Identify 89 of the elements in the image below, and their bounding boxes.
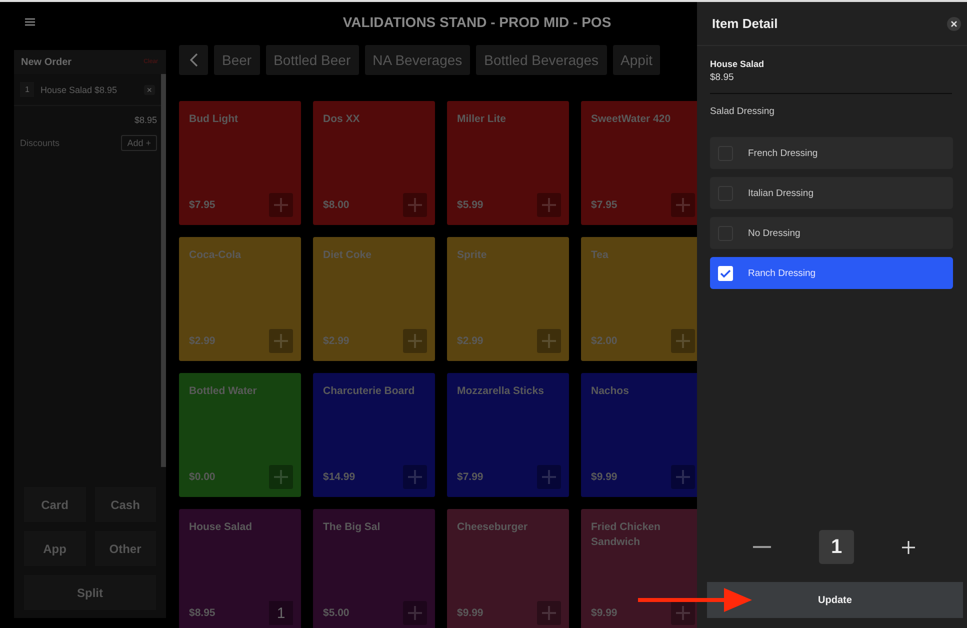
discounts-label: Discounts — [20, 138, 60, 148]
item-price: $8.95 — [710, 72, 735, 83]
order-title: New Order — [21, 56, 72, 68]
menu-item-tile[interactable]: Miller Lite $5.99 — [447, 101, 569, 225]
menu-item-tile[interactable]: Diet Coke $2.99 — [313, 237, 435, 361]
quantity-badge: 1 — [20, 82, 34, 97]
item-name: Fried Chicken Sandwich — [591, 520, 662, 550]
item-name: Cheeseburger — [457, 520, 529, 535]
option-label: Italian Dressing — [748, 188, 814, 198]
item-name: House Salad — [189, 520, 254, 535]
option-label: Ranch Dressing — [748, 268, 816, 278]
modifier-group-label: Salad Dressing — [710, 106, 776, 117]
payment-button[interactable]: App — [24, 531, 86, 566]
category-tab[interactable]: Bottled Beverages — [476, 45, 607, 75]
item-name: Diet Coke — [323, 248, 372, 263]
menu-item-tile[interactable]: Sprite $2.99 — [447, 237, 569, 361]
item-name: Dos XX — [323, 112, 361, 127]
option-row[interactable]: No Dressing — [710, 217, 953, 249]
back-button[interactable] — [179, 45, 208, 75]
item-name: House Salad — [710, 59, 766, 69]
minus-icon[interactable] — [753, 546, 771, 548]
item-price: $9.99 — [457, 607, 484, 619]
order-total: $8.95 — [134, 115, 157, 125]
option-label: No Dressing — [748, 228, 800, 238]
item-name: Coca-Cola — [189, 248, 242, 263]
item-name: Charcuterie Board — [323, 384, 416, 399]
item-price: $9.99 — [591, 471, 618, 483]
category-tab[interactable]: Appit — [612, 45, 660, 75]
menu-icon[interactable] — [25, 18, 35, 26]
option-label: French Dressing — [748, 148, 818, 158]
menu-item-tile[interactable]: Nachos $9.99 — [581, 373, 697, 497]
add-discount-button[interactable]: Add + — [121, 135, 157, 151]
item-price: $14.99 — [323, 471, 356, 483]
menu-item-tile[interactable]: House Salad $8.95 1 — [179, 509, 301, 628]
plus-icon[interactable] — [902, 540, 915, 554]
payment-button[interactable]: Cash — [94, 487, 156, 522]
item-price: $8.95 — [189, 607, 216, 619]
menu-item-tile[interactable]: Fried Chicken Sandwich $9.99 — [581, 509, 697, 628]
item-price: $5.00 — [323, 607, 350, 619]
menu-item-tile[interactable]: Dos XX $8.00 — [313, 101, 435, 225]
item-name: Sprite — [457, 248, 488, 263]
update-button[interactable]: Update — [707, 582, 963, 618]
item-name: Nachos — [591, 384, 630, 399]
menu-item-tile[interactable]: Bud Light $7.95 — [179, 101, 301, 225]
menu-item-tile[interactable]: Charcuterie Board $14.99 — [313, 373, 435, 497]
quantity-field[interactable]: 1 — [819, 530, 854, 564]
chevron-left-icon — [190, 53, 198, 67]
payment-button[interactable]: Split — [24, 575, 156, 610]
item-name: Mozzarella Sticks — [457, 384, 545, 399]
panel-title: Item Detail — [712, 16, 778, 31]
item-price: $8.00 — [323, 199, 350, 211]
menu-item-tile[interactable]: Tea $2.00 — [581, 237, 697, 361]
item-name: Tea — [591, 248, 610, 263]
item-price: $7.95 — [591, 199, 618, 211]
close-icon[interactable] — [947, 16, 961, 30]
item-name: Miller Lite — [457, 112, 508, 127]
item-price: $0.00 — [189, 471, 216, 483]
item-price: $2.99 — [457, 335, 484, 347]
item-price: $9.99 — [591, 607, 618, 619]
option-row[interactable]: French Dressing — [710, 137, 953, 169]
checkbox[interactable] — [718, 266, 733, 280]
order-line-text: House Salad $8.95 — [40, 84, 118, 94]
option-row[interactable]: Ranch Dressing — [710, 257, 953, 289]
item-price: $2.99 — [189, 335, 216, 347]
menu-item-tile[interactable]: Mozzarella Sticks $7.99 — [447, 373, 569, 497]
menu-item-tile[interactable]: SweetWater 420 $7.95 — [581, 101, 697, 225]
menu-item-tile[interactable]: Coca-Cola $2.99 — [179, 237, 301, 361]
payment-button[interactable]: Other — [94, 531, 156, 566]
item-price: $5.99 — [457, 199, 484, 211]
category-tab[interactable]: Beer — [214, 45, 260, 75]
item-name: The Big Sal — [323, 520, 382, 535]
item-price: $2.00 — [591, 335, 618, 347]
item-count: 1 — [269, 601, 293, 625]
remove-button[interactable]: × — [144, 84, 155, 94]
item-price: $7.99 — [457, 471, 484, 483]
menu-item-tile[interactable]: The Big Sal $5.00 — [313, 509, 435, 628]
item-price: $2.99 — [323, 335, 350, 347]
scrollbar[interactable] — [161, 74, 166, 467]
payment-button[interactable]: Card — [24, 487, 86, 522]
item-name: Bottled Water — [189, 384, 258, 399]
menu-item-tile[interactable]: Cheeseburger $9.99 — [447, 509, 569, 628]
window-title: VALIDATIONS STAND - PROD MID - POS — [342, 14, 612, 30]
item-price: $7.95 — [189, 199, 216, 211]
option-row[interactable]: Italian Dressing — [710, 177, 953, 209]
category-tab[interactable]: NA Beverages — [364, 45, 470, 75]
item-name: Bud Light — [189, 112, 239, 127]
item-name: SweetWater 420 — [591, 112, 672, 127]
menu-item-tile[interactable]: Bottled Water $0.00 — [179, 373, 301, 497]
category-tab[interactable]: Bottled Beer — [266, 45, 359, 75]
